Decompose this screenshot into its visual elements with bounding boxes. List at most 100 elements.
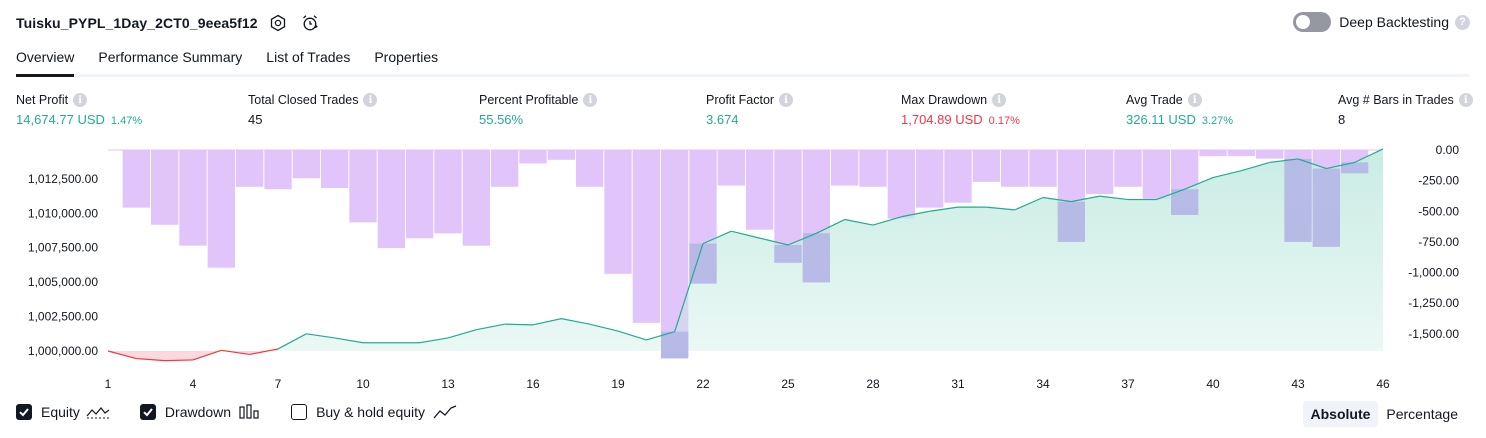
x-tick-label: 1 [105,377,112,391]
drawdown-bar [1086,150,1114,195]
metric-label: Total Closed Trades [248,93,359,107]
equity-tick-label: 1,010,000.00 [28,206,98,220]
x-tick-label: 25 [781,377,795,391]
drawdown-bar [349,150,377,223]
deep-backtesting-toggle[interactable] [1293,12,1332,32]
drawdown-overlap-bar [1057,201,1085,242]
drawdown-bar [1256,150,1284,159]
metric-max-drawdown: Max Drawdown i 1,704.89 USD 0.17% [901,93,1020,127]
deep-backtesting-label: Deep Backtesting [1339,14,1449,30]
drawdown-bar [887,150,915,219]
drawdown-bar [292,150,320,179]
drawdown-bar [1199,150,1227,157]
legend-drawdown[interactable]: Drawdown [139,404,261,420]
drawdown-overlap-bar [802,233,830,283]
chart-legend: Equity Drawdown Buy & hold equity [16,404,487,420]
drawdown-bar [377,150,405,249]
drawdown-overlap-bar [689,243,717,284]
metric-total-closed-trades: Total Closed Trades i 45 [248,93,378,127]
drawdown-bar [916,150,944,208]
info-icon[interactable]: i [583,93,598,107]
equity-line-segment [164,359,194,362]
info-icon[interactable]: i [992,93,1007,107]
drawdown-axis-labels: 0.00 -250.00 -500.00 -750.00 -1,000.00 -1,250… [1408,143,1459,341]
info-icon[interactable]: i [363,93,378,107]
drawdown-bar [1001,150,1029,187]
metric-label: Max Drawdown [901,93,988,107]
drawdown-bar [632,150,660,323]
drawdown-bar [831,150,859,186]
drawdown-bar [746,150,774,230]
metric-label: Profit Factor [706,93,775,107]
metric-value: 1,704.89 USD [901,112,983,127]
equity-checkbox[interactable] [16,404,32,420]
tab-performance-summary[interactable]: Performance Summary [98,44,242,74]
x-tick-label: 43 [1291,377,1305,391]
drawdown-overlap-bar [661,331,689,359]
legend-drawdown-label: Drawdown [164,404,232,420]
legend-equity[interactable]: Equity [16,404,110,420]
drawdown-bar [604,150,632,274]
drawdown-tick-label: -250.00 [1418,174,1459,188]
tab-list-of-trades[interactable]: List of Trades [266,44,350,74]
report-header: Tuisku_PYPL_1Day_2CT0_9eea5f12 [16,10,322,36]
drawdown-bar [491,150,519,187]
alarm-clock-icon[interactable] [298,11,322,35]
help-icon[interactable]: ? [1455,14,1470,30]
drawdown-bar [1142,150,1170,200]
equity-axis-labels: 1,000,000.00 1,002,500.00 1,005,000.00 1,00… [28,172,98,358]
strategy-title: Tuisku_PYPL_1Day_2CT0_9eea5f12 [16,15,258,31]
drawdown-bar [321,150,349,189]
equity-tick-label: 1,002,500.00 [28,310,98,324]
scale-mode-switch: Absolute Percentage [1302,401,1467,427]
drawdown-bar [122,150,150,208]
info-icon[interactable]: i [1187,93,1202,107]
legend-buy-hold-equity[interactable]: Buy & hold equity [291,404,457,420]
x-tick-label: 4 [190,377,197,391]
metric-avg-bars-in-trades: Avg # Bars in Trades i 8 [1338,93,1473,127]
metric-value: 8 [1338,112,1346,127]
equity-drawdown-chart: 1,000,000.00 1,002,500.00 1,005,000.00 1,00… [28,143,1459,391]
x-tick-label: 7 [275,377,282,391]
tab-properties[interactable]: Properties [374,44,438,74]
drawdown-bar [944,150,972,203]
x-tick-label: 19 [611,377,625,391]
drawdown-bar [207,150,235,268]
toggle-knob [1296,15,1311,29]
metric-percent: 1.47% [110,115,143,127]
x-tick-label: 22 [696,377,710,391]
drawdown-tick-label: -1,500.00 [1408,327,1459,341]
x-tick-label: 13 [441,377,455,391]
legend-buy-hold-label: Buy & hold equity [316,404,426,420]
equity-loss-fill [108,348,278,361]
drawdown-bar [434,150,462,234]
equity-line-segment [504,323,534,326]
x-axis-labels: 1 4 7 10 13 16 19 22 25 28 31 34 37 40 43 46 [105,377,1390,391]
drawdown-checkbox[interactable] [139,404,156,420]
drawdown-overlap-bar [1312,168,1340,247]
metric-label: Avg Trade [1126,93,1183,107]
drawdown-bar [236,150,264,187]
equity-tick-label: 1,000,000.00 [28,344,98,358]
drawdown-tick-label: -1,250.00 [1408,296,1459,310]
info-icon[interactable]: i [1458,93,1473,107]
bar-chart-icon [239,404,261,420]
tab-overview[interactable]: Overview [16,44,75,77]
x-tick-label: 10 [356,377,370,391]
equity-tick-label: 1,007,500.00 [28,241,98,255]
metric-value: 3.674 [706,112,739,127]
absolute-button[interactable]: Absolute [1302,401,1379,427]
settings-gear-icon[interactable] [266,11,290,35]
metric-value: 326.11 USD [1126,112,1196,127]
drawdown-bar [264,150,292,190]
buy-hold-checkbox[interactable] [291,404,308,420]
percentage-button[interactable]: Percentage [1378,401,1466,427]
drawdown-tick-label: 0.00 [1436,143,1460,157]
info-icon[interactable]: i [779,93,794,107]
drawdown-tick-label: -500.00 [1418,204,1459,218]
metric-percent-profitable: Percent Profitable i 55.56% [479,93,598,127]
equity-tick-label: 1,005,000.00 [28,275,98,289]
x-tick-label: 34 [1036,377,1050,391]
info-icon[interactable]: i [73,93,88,107]
drawdown-bar [1029,150,1057,187]
